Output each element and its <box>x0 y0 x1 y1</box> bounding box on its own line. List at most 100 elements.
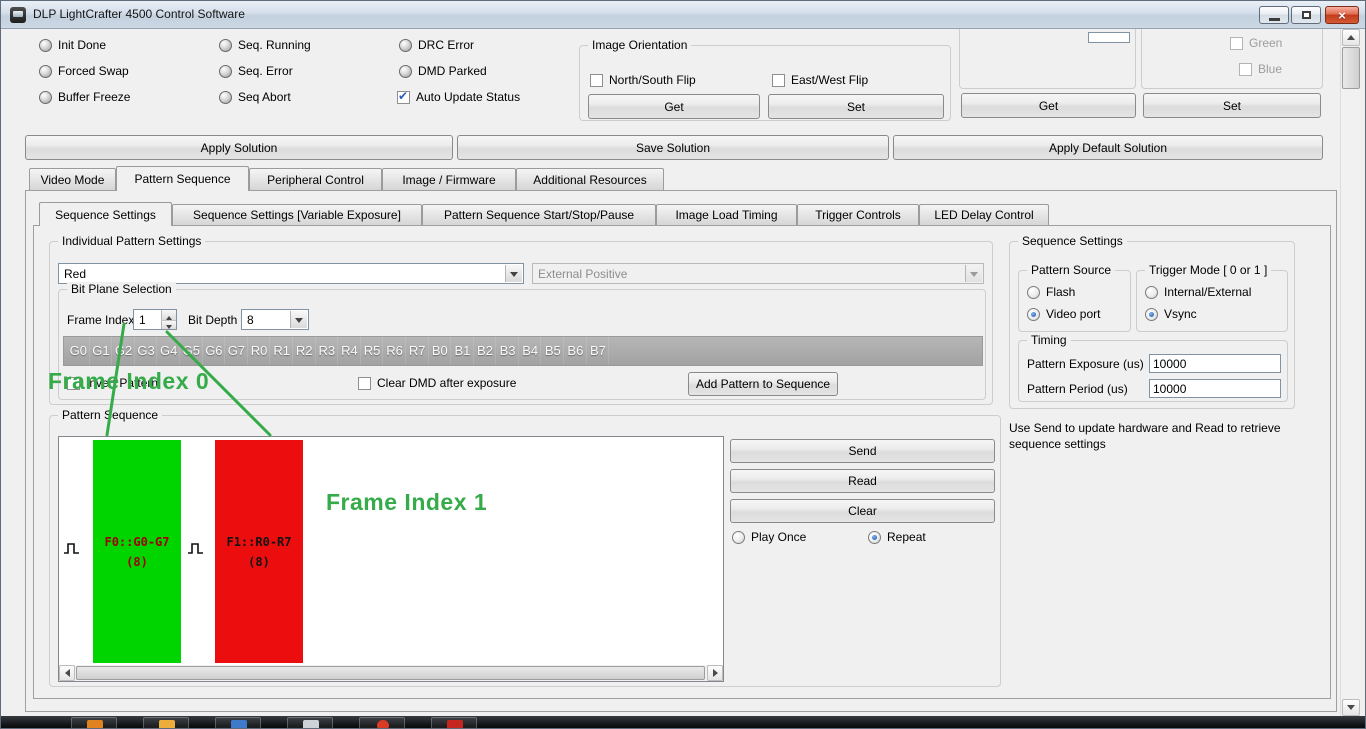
taskbar-icon-3[interactable] <box>215 717 261 728</box>
pattern-sequence-view[interactable]: F0::G0-G7 (8) F1::R0-R7 (8) <box>58 436 724 682</box>
horizontal-scrollbar[interactable] <box>59 665 723 681</box>
tab-pattern-sequence[interactable]: Pattern Sequence <box>116 166 249 191</box>
bit-plane-cell[interactable]: G0 <box>67 337 90 365</box>
flash-radio[interactable] <box>1027 285 1040 299</box>
tab-additional-resources[interactable]: Additional Resources <box>516 168 664 190</box>
video-port-radio[interactable] <box>1027 307 1040 321</box>
add-pattern-to-sequence-button[interactable]: Add Pattern to Sequence <box>688 372 838 396</box>
subtab-led-delay-control[interactable]: LED Delay Control <box>919 204 1049 225</box>
scroll-up-button[interactable] <box>1342 29 1360 46</box>
timing-group: Timing Pattern Exposure (us) Pattern Per… <box>1018 333 1288 402</box>
status-forced-swap: Forced Swap <box>39 64 129 78</box>
north-south-flip-checkbox[interactable] <box>590 73 603 87</box>
bit-plane-cell[interactable]: B6 <box>564 337 587 365</box>
led-set-button[interactable]: Set <box>1143 93 1321 118</box>
bit-plane-cell[interactable]: G5 <box>180 337 203 365</box>
play-once-radio[interactable] <box>732 530 745 544</box>
bit-plane-cell[interactable]: R4 <box>338 337 361 365</box>
tab-video-mode[interactable]: Video Mode <box>29 168 116 190</box>
east-west-flip-checkbox[interactable] <box>772 73 785 87</box>
bit-plane-cell[interactable]: R6 <box>383 337 406 365</box>
bit-plane-cell[interactable]: G3 <box>135 337 158 365</box>
bit-plane-cell[interactable]: G2 <box>112 337 135 365</box>
subtab-sequence-settings[interactable]: Sequence Settings <box>39 202 172 226</box>
taskbar-icon-2[interactable] <box>143 717 189 728</box>
orientation-get-button[interactable]: Get <box>588 94 760 119</box>
minimize-button[interactable] <box>1259 6 1289 24</box>
invert-pattern-checkbox[interactable] <box>67 376 80 390</box>
send-button[interactable]: Send <box>730 439 995 463</box>
subtab-image-load-timing[interactable]: Image Load Timing <box>656 204 797 225</box>
bit-plane-selection-title: Bit Plane Selection <box>67 282 176 296</box>
green-led-checkbox[interactable] <box>1230 36 1243 50</box>
internal-external-radio[interactable] <box>1145 285 1158 299</box>
tab-peripheral-control[interactable]: Peripheral Control <box>249 168 382 190</box>
pattern-exposure-input[interactable] <box>1149 354 1281 373</box>
orientation-set-button[interactable]: Set <box>768 94 944 119</box>
cutoff-value-field[interactable] <box>1088 32 1130 43</box>
status-seq-running: Seq. Running <box>219 38 311 52</box>
bit-plane-cell[interactable]: R3 <box>316 337 339 365</box>
subtab-variable-exposure[interactable]: Sequence Settings [Variable Exposure] <box>172 204 422 225</box>
save-solution-button[interactable]: Save Solution <box>457 135 889 160</box>
subtab-trigger-controls[interactable]: Trigger Controls <box>797 204 919 225</box>
taskbar-icon-1[interactable] <box>71 717 117 728</box>
clear-button[interactable]: Clear <box>730 499 995 523</box>
blue-led-checkbox[interactable] <box>1239 62 1252 76</box>
bit-plane-cell[interactable]: B5 <box>541 337 564 365</box>
repeat-radio[interactable] <box>868 530 881 544</box>
arrow-up-icon <box>1347 31 1355 40</box>
read-button[interactable]: Read <box>730 469 995 493</box>
led-get-button[interactable]: Get <box>961 93 1136 118</box>
bit-plane-cell[interactable]: R5 <box>361 337 384 365</box>
bit-plane-cell[interactable]: R0 <box>248 337 271 365</box>
bit-plane-cell[interactable]: R7 <box>406 337 429 365</box>
spinner-up-icon[interactable] <box>161 310 176 320</box>
apply-solution-button[interactable]: Apply Solution <box>25 135 453 160</box>
bit-plane-cell[interactable]: G7 <box>225 337 248 365</box>
pattern-color-combobox[interactable]: Red <box>58 263 524 284</box>
bit-plane-cell[interactable]: B0 <box>429 337 452 365</box>
bit-plane-cell[interactable]: B1 <box>451 337 474 365</box>
bit-plane-bar: G0 G1 G2 G3 G4 G5 G6 G7 R0 R1 R2 R3 R4 R… <box>63 336 983 366</box>
bit-plane-cell[interactable]: B7 <box>587 337 610 365</box>
bit-plane-cell[interactable]: R1 <box>270 337 293 365</box>
horizontal-scrollbar-thumb[interactable] <box>76 666 705 680</box>
bit-plane-cell[interactable]: G6 <box>203 337 226 365</box>
bit-plane-cell[interactable]: B4 <box>519 337 542 365</box>
spinner-down-icon[interactable] <box>161 319 176 329</box>
east-west-flip-label: East/West Flip <box>791 73 869 87</box>
scroll-down-button[interactable] <box>1342 699 1360 716</box>
frame-index-spinner[interactable]: 1 <box>133 309 177 330</box>
clear-dmd-checkbox[interactable] <box>358 376 371 390</box>
scroll-right-button[interactable] <box>707 665 723 681</box>
pattern-block-f0[interactable]: F0::G0-G7 (8) <box>93 440 181 663</box>
maximize-button[interactable] <box>1291 6 1321 24</box>
status-label: DMD Parked <box>418 64 487 78</box>
frame-index-label: Frame Index <box>67 313 135 327</box>
frame-index-value: 1 <box>139 313 146 327</box>
close-button[interactable]: × <box>1325 6 1359 24</box>
pattern-period-input[interactable] <box>1149 379 1281 398</box>
bit-plane-cell[interactable]: G4 <box>157 337 180 365</box>
pattern-block-f1[interactable]: F1::R0-R7 (8) <box>215 440 303 663</box>
bit-plane-cell[interactable]: G1 <box>90 337 113 365</box>
tab-image-firmware[interactable]: Image / Firmware <box>382 168 516 190</box>
taskbar-icon-4[interactable] <box>287 717 333 728</box>
bit-plane-cell[interactable]: B3 <box>496 337 519 365</box>
apply-default-solution-button[interactable]: Apply Default Solution <box>893 135 1323 160</box>
taskbar-icon-5[interactable] <box>359 717 405 728</box>
bit-plane-cell[interactable]: R2 <box>293 337 316 365</box>
taskbar-icon-6[interactable] <box>431 717 477 728</box>
scroll-left-button[interactable] <box>59 665 75 681</box>
vertical-scrollbar[interactable] <box>1340 29 1360 716</box>
repeat-label: Repeat <box>887 530 926 544</box>
bit-depth-combobox[interactable]: 8 <box>241 309 309 330</box>
chevron-down-icon <box>290 311 307 328</box>
bit-plane-cell[interactable]: B2 <box>474 337 497 365</box>
auto-update-status-checkbox[interactable] <box>397 89 410 104</box>
vertical-scrollbar-thumb[interactable] <box>1342 47 1360 89</box>
vsync-radio[interactable] <box>1145 307 1158 321</box>
pattern-color-value: Red <box>64 266 87 281</box>
subtab-start-stop-pause[interactable]: Pattern Sequence Start/Stop/Pause <box>422 204 656 225</box>
